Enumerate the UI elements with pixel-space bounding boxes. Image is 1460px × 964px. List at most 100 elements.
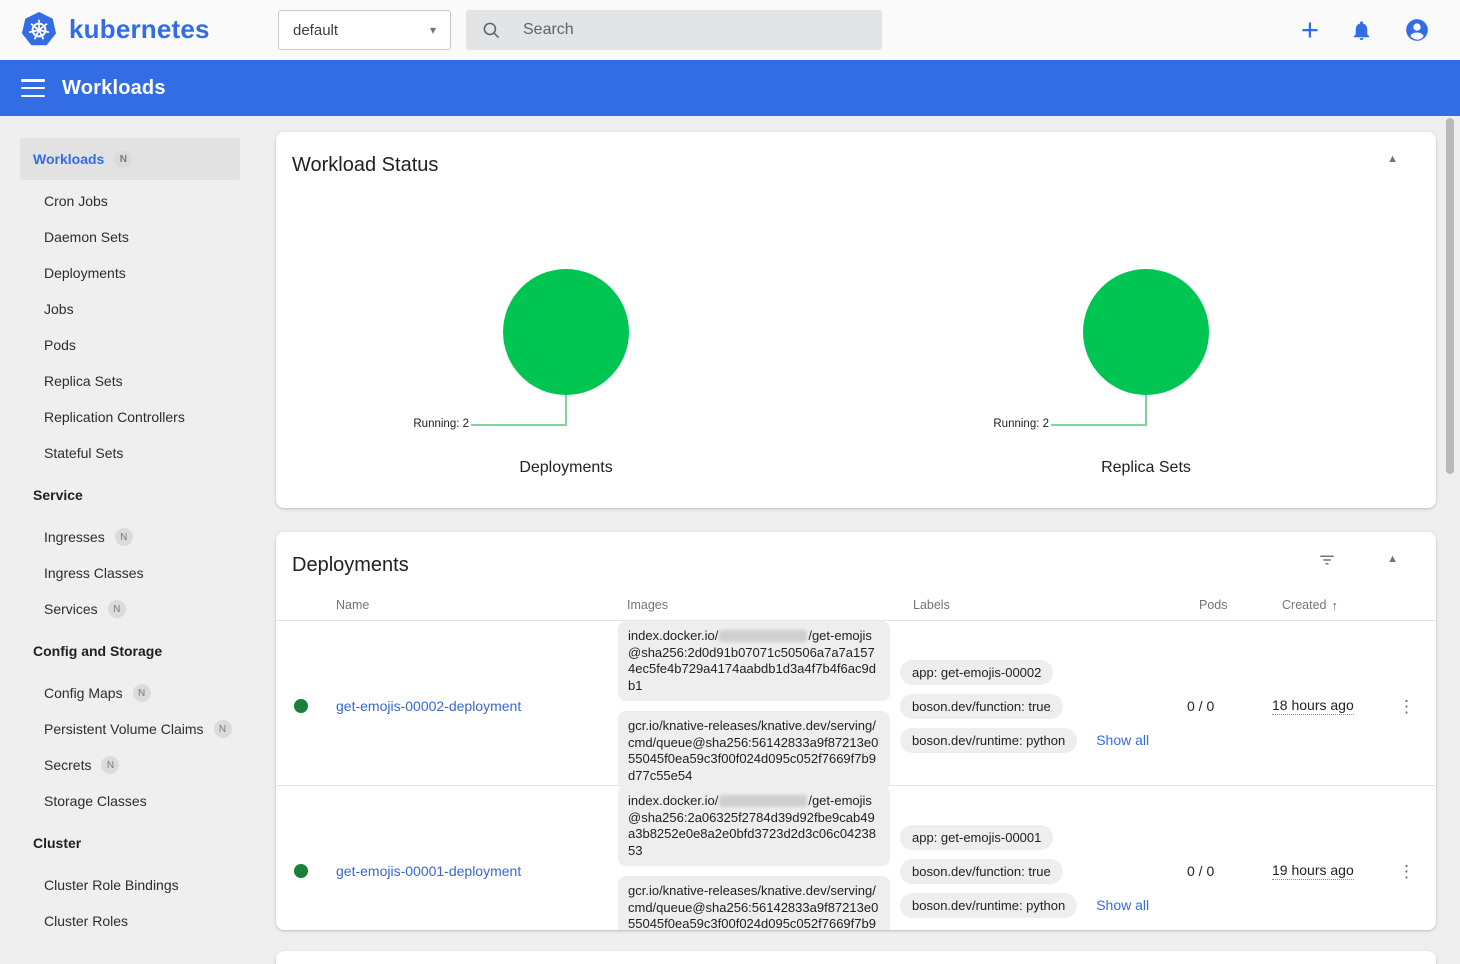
filter-list-icon xyxy=(1318,551,1336,569)
table-header-row: Name Images Labels Pods Created ↑ xyxy=(276,590,1436,621)
deployment-link-get-emojis-00002[interactable]: get-emojis-00002-deployment xyxy=(336,698,521,714)
next-card-partial xyxy=(276,951,1436,964)
column-header-name[interactable]: Name xyxy=(326,598,606,612)
user-avatar-icon xyxy=(1404,17,1430,43)
created-timestamp: 18 hours ago xyxy=(1272,697,1354,715)
sidebar-item-stateful-sets[interactable]: Stateful Sets xyxy=(0,435,256,471)
sidebar-item-label: Daemon Sets xyxy=(44,229,129,245)
search-input[interactable] xyxy=(523,21,866,39)
new-badge: N xyxy=(114,150,132,168)
sidebar-item-ingresses[interactable]: Ingresses N xyxy=(0,519,256,555)
row-actions-menu-button[interactable]: ⋮ xyxy=(1398,698,1416,715)
new-badge: N xyxy=(214,720,232,738)
sidebar-item-jobs[interactable]: Jobs xyxy=(0,291,256,327)
main-content: Workload Status ▲ Running: 2 Deployments… xyxy=(276,132,1436,964)
namespace-select[interactable]: default ▾ xyxy=(278,10,451,50)
sidebar-item-cron-jobs[interactable]: Cron Jobs xyxy=(0,183,256,219)
chevron-down-icon: ▾ xyxy=(430,23,436,37)
redacted-registry-user xyxy=(719,795,807,807)
scrollbar-thumb[interactable] xyxy=(1446,118,1454,474)
top-bar: kubernetes default ▾ + xyxy=(0,0,1460,60)
show-all-labels-link[interactable]: Show all xyxy=(1096,732,1149,748)
sidebar-item-pods[interactable]: Pods xyxy=(0,327,256,363)
chart-title: Replica Sets xyxy=(856,459,1436,477)
collapse-card-button[interactable]: ▲ xyxy=(1387,553,1398,565)
sidebar-section-config-and-storage: Config and Storage xyxy=(0,627,256,675)
sidebar-item-label: Deployments xyxy=(44,265,126,281)
deployments-card: Deployments ▲ Name Images Labels Pods Cr… xyxy=(276,532,1436,930)
bell-icon xyxy=(1350,19,1373,42)
sidebar-item-secrets[interactable]: Secrets N xyxy=(0,747,256,783)
column-header-created[interactable]: Created ↑ xyxy=(1252,598,1386,613)
sidebar-item-label: Secrets xyxy=(44,757,91,773)
sidebar-item-label: Workloads xyxy=(33,151,104,167)
table-row: get-emojis-00001-deployment index.docker… xyxy=(276,786,1436,930)
label-chip: boson.dev/function: true xyxy=(900,694,1063,719)
sidebar-item-services[interactable]: Services N xyxy=(0,591,256,627)
sidebar-item-persistent-volume-claims[interactable]: Persistent Volume Claims N xyxy=(0,711,256,747)
sidebar-item-label: Ingresses xyxy=(44,529,105,545)
image-chip: gcr.io/knative-releases/knative.dev/serv… xyxy=(618,711,890,791)
sidebar-item-deployments[interactable]: Deployments xyxy=(0,255,256,291)
sidebar-section-cluster: Cluster xyxy=(0,819,256,867)
status-running-icon xyxy=(294,699,308,713)
arrow-up-icon: ▲ xyxy=(1387,553,1398,565)
label-chip: app: get-emojis-00002 xyxy=(900,660,1053,685)
sidebar-item-storage-classes[interactable]: Storage Classes xyxy=(0,783,256,819)
chart-title: Deployments xyxy=(276,459,856,477)
sidebar-item-label: Services xyxy=(44,601,98,617)
search-bar xyxy=(466,10,882,50)
new-badge: N xyxy=(115,528,133,546)
kebab-menu-icon: ⋮ xyxy=(1398,697,1416,716)
search-icon xyxy=(482,21,501,40)
sidebar-item-replica-sets[interactable]: Replica Sets xyxy=(0,363,256,399)
redacted-registry-user xyxy=(719,630,807,642)
pie-legend-label: Running: 2 xyxy=(413,418,469,430)
pie-slice-running xyxy=(1083,269,1209,395)
pie-chart-replica-sets: Running: 2 Replica Sets xyxy=(856,132,1436,508)
deployment-link-get-emojis-00001[interactable]: get-emojis-00001-deployment xyxy=(336,863,521,879)
image-chip: gcr.io/knative-releases/knative.dev/serv… xyxy=(618,876,890,930)
filter-button[interactable] xyxy=(1318,551,1336,572)
column-header-pods[interactable]: Pods xyxy=(1172,598,1252,612)
sidebar-item-replication-controllers[interactable]: Replication Controllers xyxy=(0,399,256,435)
legend-connector xyxy=(471,424,566,426)
deployments-card-title: Deployments xyxy=(276,532,1436,577)
sidebar-item-label: Ingress Classes xyxy=(44,565,144,581)
image-chip: index.docker.io//get-emojis@sha256:2d0d9… xyxy=(618,621,890,701)
sidebar-item-workloads[interactable]: Workloads N xyxy=(20,138,240,180)
workload-status-card: Workload Status ▲ Running: 2 Deployments… xyxy=(276,132,1436,508)
label-chip: boson.dev/runtime: python xyxy=(900,893,1077,918)
status-running-icon xyxy=(294,864,308,878)
pods-count: 0 / 0 xyxy=(1187,698,1214,714)
kebab-menu-icon: ⋮ xyxy=(1398,862,1416,881)
row-actions-menu-button[interactable]: ⋮ xyxy=(1398,863,1416,880)
label-chip: boson.dev/function: true xyxy=(900,859,1063,884)
pie-chart-deployments: Running: 2 Deployments xyxy=(276,132,856,508)
sidebar-item-label: Replication Controllers xyxy=(44,409,185,425)
show-all-labels-link[interactable]: Show all xyxy=(1096,897,1149,913)
namespace-value: default xyxy=(293,22,338,39)
menu-icon[interactable] xyxy=(21,79,45,97)
column-header-labels[interactable]: Labels xyxy=(890,598,1172,612)
account-button[interactable] xyxy=(1404,17,1430,43)
legend-connector xyxy=(565,395,567,426)
pods-count: 0 / 0 xyxy=(1187,863,1214,879)
sidebar-item-config-maps[interactable]: Config Maps N xyxy=(0,675,256,711)
label-chip: app: get-emojis-00001 xyxy=(900,825,1053,850)
app-bar: Workloads xyxy=(0,60,1460,116)
sidebar-item-ingress-classes[interactable]: Ingress Classes xyxy=(0,555,256,591)
column-header-images[interactable]: Images xyxy=(606,598,890,612)
notifications-button[interactable] xyxy=(1350,19,1373,42)
create-resource-button[interactable]: + xyxy=(1301,16,1319,44)
sidebar-item-label: Persistent Volume Claims xyxy=(44,721,204,737)
sidebar-item-cluster-roles[interactable]: Cluster Roles xyxy=(0,903,256,939)
pie-slice-running xyxy=(503,269,629,395)
sidebar-section-service: Service xyxy=(0,471,256,519)
sidebar-item-daemon-sets[interactable]: Daemon Sets xyxy=(0,219,256,255)
sidebar-item-cluster-role-bindings[interactable]: Cluster Role Bindings xyxy=(0,867,256,903)
kubernetes-brand[interactable]: kubernetes xyxy=(20,11,210,48)
sidebar: Workloads N Cron Jobs Daemon Sets Deploy… xyxy=(0,116,256,964)
sidebar-item-label: Pods xyxy=(44,337,76,353)
brand-text: kubernetes xyxy=(69,14,210,45)
